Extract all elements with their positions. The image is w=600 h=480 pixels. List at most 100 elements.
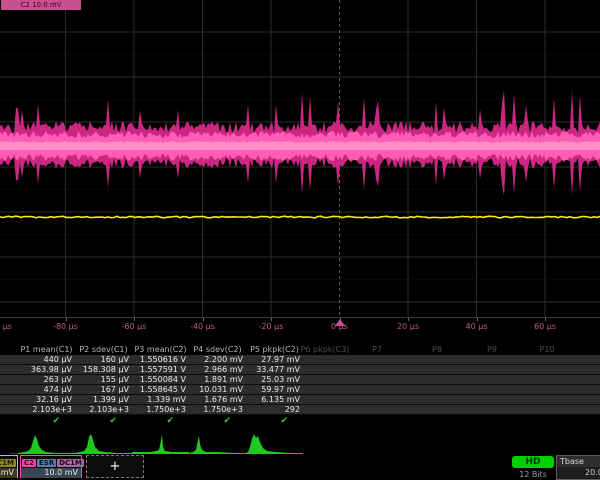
axis-tick-label: -80 µs — [53, 322, 78, 331]
status-check-icon: ✔ — [18, 415, 75, 428]
table-row-status: ✔✔✔✔✔ — [0, 415, 600, 430]
measurement-value: 1.558645 V — [132, 385, 189, 394]
measurement-value: 263 µV — [18, 375, 75, 384]
axis-tick — [408, 318, 409, 321]
table-row-num: 2.103e+32.103e+31.750e+31.750e+3292 — [0, 405, 600, 415]
channel-c1-descriptor[interactable]: DC1M 10.0 mV — [0, 455, 18, 478]
c1-scale-value: 10.0 mV — [0, 468, 17, 478]
histicon-p2[interactable] — [75, 431, 132, 455]
measurement-value: 2.103e+3 — [18, 405, 75, 414]
hd-bits-label: 12 Bits — [512, 470, 554, 479]
histicon-strip — [0, 431, 600, 455]
histicon-shape — [246, 434, 303, 454]
channel-badge[interactable]: C2 10.0 mV — [1, 0, 81, 10]
measurement-value: 1.339 mV — [132, 395, 189, 404]
trigger-position-marker[interactable] — [335, 319, 345, 326]
c2-eres-badge: ESR — [37, 459, 56, 467]
oscilloscope-screen: C2 10.0 mV -100 µs -80 µs -60 µs -40 µs -20 … — [0, 0, 600, 480]
graticule-and-traces — [0, 0, 600, 317]
table-header-row: P1 mean(C1)P2 sdev(C1)P3 mean(C2)P4 sdev… — [0, 345, 600, 355]
axis-tick-label: -60 µs — [122, 322, 147, 331]
axis-tick-label: -100 µs — [0, 322, 12, 331]
channel-c2-descriptor[interactable]: C2 ESR DC1M 10.0 mV — [20, 455, 82, 478]
param-header-unused[interactable]: P6 pkpk(C3) — [301, 345, 350, 355]
axis-tick-label: 20 µs — [397, 322, 419, 331]
histicon-p1[interactable] — [18, 431, 75, 455]
axis-tick-label: -40 µs — [190, 322, 215, 331]
table-row-sdev: 32.16 µV1.399 µV1.339 mV1.676 mV6.135 mV — [0, 395, 600, 405]
status-check-icon: ✔ — [246, 415, 303, 428]
axis-tick — [545, 318, 546, 321]
c1-coupling-badge: DC1M — [0, 459, 16, 467]
measurement-value: 1.676 mV — [189, 395, 246, 404]
bottom-bar: DC1M 10.0 mV C2 ESR DC1M 10.0 mV + HD 12… — [0, 455, 600, 480]
histicon-p4[interactable] — [189, 431, 246, 455]
measurement-value: 363.98 µV — [18, 365, 75, 374]
table-row-value: 440 µV160 µV1.550616 V2.200 mV27.97 mV — [0, 355, 600, 365]
measurement-value: 10.031 mV — [189, 385, 246, 394]
histicon-shape — [132, 434, 189, 454]
measurement-value: 27.97 mV — [246, 355, 303, 364]
measurement-value: 158.308 µV — [75, 365, 132, 374]
timebase-value: 20.0 µs/div — [557, 467, 600, 479]
axis-tick-label: -20 µs — [259, 322, 284, 331]
measurement-value: 474 µV — [18, 385, 75, 394]
measurement-value: 59.97 mV — [246, 385, 303, 394]
histicon-p3[interactable] — [132, 431, 189, 455]
time-axis: -100 µs-80 µs-60 µs-40 µs-20 µs0 µs20 µs… — [0, 317, 600, 336]
c2-coupling-badge: DC1M — [57, 459, 84, 467]
hd-mode-badge[interactable]: HD — [512, 456, 554, 468]
axis-tick — [203, 318, 204, 321]
measurement-value: 1.557591 V — [132, 365, 189, 374]
measurement-value: 1.399 µV — [75, 395, 132, 404]
axis-tick — [66, 318, 67, 321]
c1-trace — [0, 216, 600, 218]
measurement-value: 2.103e+3 — [75, 405, 132, 414]
measurement-value: 155 µV — [75, 375, 132, 384]
measurement-value: 1.891 mV — [189, 375, 246, 384]
histicon-shape — [189, 436, 246, 454]
axis-tick — [134, 318, 135, 321]
timebase-descriptor[interactable]: Tbase 20.0 µs/div — [556, 455, 600, 480]
histicon-p5[interactable] — [246, 431, 303, 455]
histicon-shape — [75, 434, 132, 454]
param-header-unused[interactable]: P7 — [372, 345, 382, 355]
measurement-value: 440 µV — [18, 355, 75, 364]
param-header[interactable]: P3 mean(C2) — [132, 345, 189, 355]
param-header[interactable]: P4 sdev(C2) — [189, 345, 246, 355]
status-check-icon: ✔ — [189, 415, 246, 428]
measurement-value: 1.750e+3 — [189, 405, 246, 414]
measurement-value: 32.16 µV — [18, 395, 75, 404]
measurement-value: 1.750e+3 — [132, 405, 189, 414]
measurement-table: P1 mean(C1)P2 sdev(C1)P3 mean(C2)P4 sdev… — [0, 345, 600, 430]
measurement-value: 160 µV — [75, 355, 132, 364]
param-header-unused[interactable]: P8 — [432, 345, 442, 355]
c2-scale-value: 10.0 mV — [21, 468, 81, 478]
param-header[interactable]: P1 mean(C1) — [18, 345, 75, 355]
histicon-shape — [18, 435, 75, 454]
param-header-unused[interactable]: P9 — [487, 345, 497, 355]
table-row-max: 474 µV167 µV1.558645 V10.031 mV59.97 mV — [0, 385, 600, 395]
measurement-value: 1.550616 V — [132, 355, 189, 364]
table-row-mean: 363.98 µV158.308 µV1.557591 V2.966 mV33.… — [0, 365, 600, 375]
add-trace-button[interactable]: + — [86, 455, 144, 478]
param-header[interactable]: P5 pkpk(C2) — [246, 345, 303, 355]
measurement-value: 6.135 mV — [246, 395, 303, 404]
measurement-value: 25.03 mV — [246, 375, 303, 384]
measurement-value: 167 µV — [75, 385, 132, 394]
timebase-label: Tbase — [557, 456, 600, 467]
table-row-min: 263 µV155 µV1.550084 V1.891 mV25.03 mV — [0, 375, 600, 385]
c2-trace — [0, 141, 600, 150]
param-header-unused[interactable]: P10 — [539, 345, 554, 355]
axis-tick — [271, 318, 272, 321]
axis-tick-label: 40 µs — [466, 322, 488, 331]
axis-tick — [477, 318, 478, 321]
status-check-icon: ✔ — [75, 415, 132, 428]
waveform-display[interactable]: C2 10.0 mV — [0, 0, 600, 317]
measurement-value: 292 — [246, 405, 303, 414]
measurement-value: 2.200 mV — [189, 355, 246, 364]
measurement-value: 2.966 mV — [189, 365, 246, 374]
status-check-icon: ✔ — [132, 415, 189, 428]
param-header[interactable]: P2 sdev(C1) — [75, 345, 132, 355]
c2-label-badge: C2 — [22, 459, 36, 467]
